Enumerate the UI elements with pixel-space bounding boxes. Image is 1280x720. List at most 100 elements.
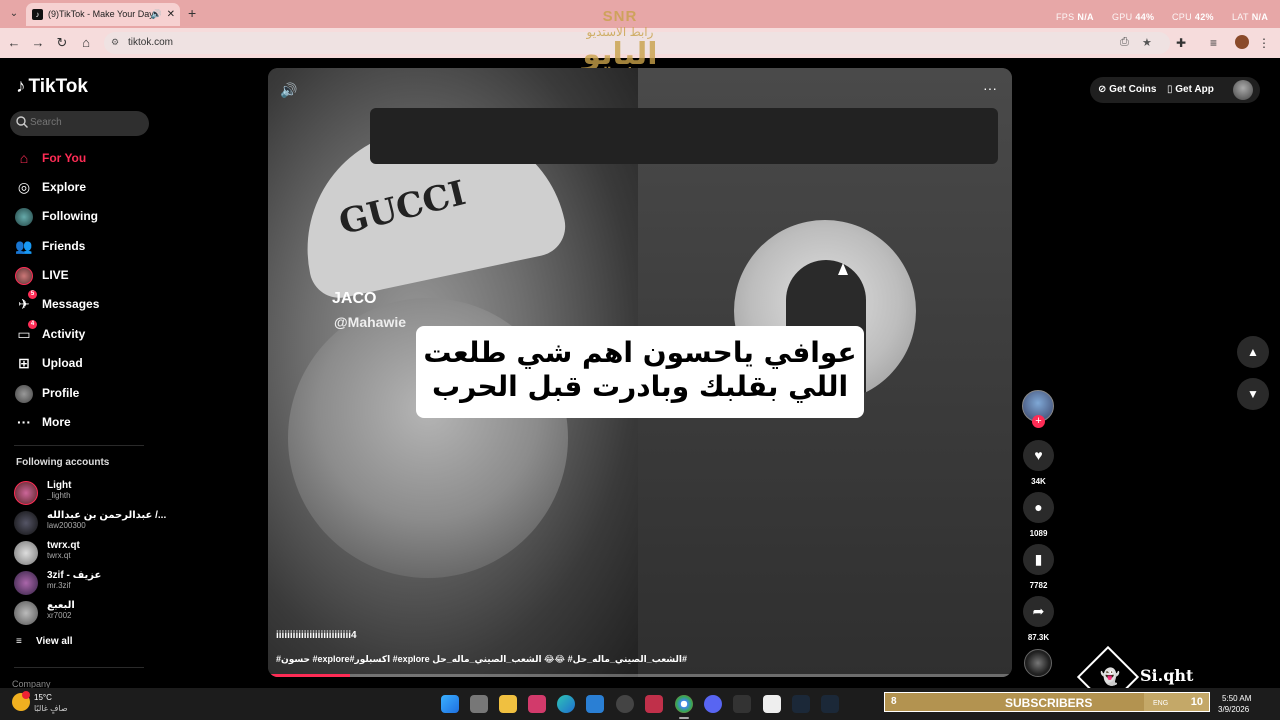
tab-title: (9)TikTok - Make Your Day	[48, 9, 154, 19]
header-actions: ⊘ Get Coins ▯ Get App	[1090, 77, 1260, 103]
menu-icon[interactable]: ⋮	[1258, 36, 1270, 50]
app-icon[interactable]	[528, 695, 546, 713]
save-count: 7782	[1029, 581, 1048, 590]
app-icon[interactable]	[645, 695, 663, 713]
live-icon	[14, 265, 34, 286]
like-button[interactable]: ♥	[1023, 440, 1054, 471]
search-input[interactable]	[30, 117, 140, 128]
reading-list-icon[interactable]: ≡	[1210, 36, 1217, 50]
task-view-icon[interactable]	[470, 695, 488, 713]
following-account[interactable]: عبدالرحمن بن عبدالله /... law200300	[14, 509, 166, 535]
snapchat-ghost-icon: 👻	[1100, 669, 1120, 686]
browser-toolbar: ← → ↻ ⌂ ⚙ tiktok.com ⎙ ★ ✚ ≡ ⋮	[0, 28, 1280, 58]
obs-icon[interactable]	[616, 695, 634, 713]
file-explorer-icon[interactable]	[499, 695, 517, 713]
sidebar-divider	[14, 445, 144, 446]
previous-video-button[interactable]: ▲	[1237, 336, 1269, 368]
video-watermark-handle: @Mahawie	[334, 314, 407, 330]
nav-explore[interactable]: ◎ Explore	[14, 176, 164, 198]
more-options-icon[interactable]: ···	[980, 80, 1000, 98]
nav-upload[interactable]: ⊞ Upload	[14, 352, 164, 374]
url-text[interactable]: tiktok.com	[128, 37, 173, 48]
clock-time[interactable]: 5:50 AM	[1222, 694, 1251, 703]
nav-friends[interactable]: 👥 Friends	[14, 235, 164, 257]
view-all-link[interactable]: ≡ View all	[16, 636, 73, 647]
speaker-icon[interactable]: 🔊	[151, 3, 162, 26]
video-player[interactable]: GUCCI JACO @Mahawie عوافي ياحسون اهم شي …	[268, 68, 1012, 677]
nav-profile[interactable]: Profile	[14, 382, 164, 404]
weather-temp: 15°C	[34, 693, 52, 702]
address-bar[interactable]: ⚙ tiktok.com ⎙ ★	[104, 32, 1170, 54]
install-app-icon[interactable]: ⎙	[1120, 36, 1129, 49]
new-tab-button[interactable]: +	[188, 5, 196, 21]
nav-following[interactable]: Following	[14, 205, 164, 227]
nav-more[interactable]: ··· More	[14, 411, 164, 433]
search-icon	[16, 116, 28, 128]
subscriber-count: 8	[891, 696, 897, 707]
chevron-down-icon: ▼	[1247, 387, 1259, 401]
share-button[interactable]: ➦	[1023, 596, 1054, 627]
bookmark-icon: ▮	[1034, 551, 1043, 567]
next-video-button[interactable]: ▼	[1237, 378, 1269, 410]
clock-date[interactable]: 3/9/2026	[1218, 705, 1249, 714]
chevron-up-icon: ▲	[1247, 345, 1259, 359]
tiktok-logo[interactable]: ♪ TikTok	[16, 76, 88, 98]
comment-button[interactable]: ●	[1023, 492, 1054, 523]
following-account[interactable]: twrx.qt twrx.qt	[14, 539, 164, 565]
activity-badge: 4	[28, 320, 37, 329]
edge-icon[interactable]	[557, 695, 575, 713]
video-progress-fill	[268, 674, 350, 677]
store-icon[interactable]	[586, 695, 604, 713]
following-account[interactable]: 3zif - عزيف mr.3zif	[14, 569, 164, 595]
browser-profile-avatar[interactable]	[1235, 35, 1249, 49]
steam-icon[interactable]	[821, 695, 839, 713]
app-icon[interactable]	[733, 695, 751, 713]
video-author[interactable]: iiiiiiiiiiiiiiiiiiiiiiiiiii4	[276, 630, 357, 641]
following-account[interactable]: Light _lighth	[14, 479, 164, 505]
extensions-icon[interactable]: ✚	[1176, 36, 1186, 50]
windows-start-icon[interactable]	[441, 695, 459, 713]
chrome-icon[interactable]	[675, 695, 693, 713]
site-info-icon[interactable]: ⚙	[111, 37, 123, 49]
reload-icon[interactable]: ↻	[54, 35, 70, 51]
user-avatar[interactable]	[1233, 80, 1253, 100]
save-button[interactable]: ▮	[1023, 544, 1054, 575]
home-icon[interactable]: ⌂	[78, 35, 94, 51]
video-caption-overlay: عوافي ياحسون اهم شي طلعت اللي بقلبك وباد…	[416, 326, 864, 418]
more-icon: ···	[17, 414, 31, 430]
language-indicator[interactable]: ENG	[1153, 700, 1168, 707]
music-disc-icon[interactable]	[1024, 649, 1052, 677]
nav-messages[interactable]: ✈ 5 Messages	[14, 290, 164, 315]
messages-badge: 5	[28, 290, 37, 299]
video-progress-track[interactable]	[268, 674, 1012, 677]
forward-arrow-icon[interactable]: →	[30, 35, 46, 51]
avatar	[14, 571, 38, 595]
avatar	[14, 541, 38, 565]
nav-activity[interactable]: ▭ 4 Activity	[14, 320, 164, 345]
bookmark-star-icon[interactable]: ★	[1142, 36, 1152, 49]
tiktok-note-icon: ♪	[16, 76, 26, 97]
follow-plus-icon[interactable]: +	[1032, 415, 1045, 428]
browser-tab[interactable]: ♪ (9)TikTok - Make Your Day 🔊 ✕	[26, 3, 180, 26]
nav-live[interactable]: LIVE	[14, 264, 164, 286]
get-coins-button[interactable]: ⊘ Get Coins	[1098, 84, 1156, 95]
capcut-icon[interactable]	[763, 695, 781, 713]
nav-for-you[interactable]: ⌂ For You	[14, 147, 164, 169]
search-box[interactable]	[10, 111, 149, 136]
get-app-button[interactable]: ▯ Get App	[1167, 84, 1214, 95]
active-app-indicator	[679, 717, 689, 719]
back-arrow-icon[interactable]: ←	[6, 35, 22, 51]
coin-icon: ⊘	[1098, 84, 1110, 95]
streamer-name: Si.qht	[1140, 666, 1194, 685]
browser-tab-bar: ⌄ ♪ (9)TikTok - Make Your Day 🔊 ✕ + FPS N…	[0, 0, 1280, 28]
share-count: 87.3K	[1027, 633, 1050, 642]
steam-icon[interactable]	[792, 695, 810, 713]
following-account[interactable]: البعبع xr7002	[14, 599, 164, 625]
profile-icon	[14, 383, 34, 404]
close-icon[interactable]: ✕	[167, 3, 175, 26]
discord-icon[interactable]	[704, 695, 722, 713]
redaction-bar	[370, 108, 998, 164]
following-avatar-icon	[14, 206, 34, 227]
volume-icon[interactable]: 🔊	[280, 82, 300, 100]
tab-search-icon[interactable]: ⌄	[6, 6, 22, 22]
